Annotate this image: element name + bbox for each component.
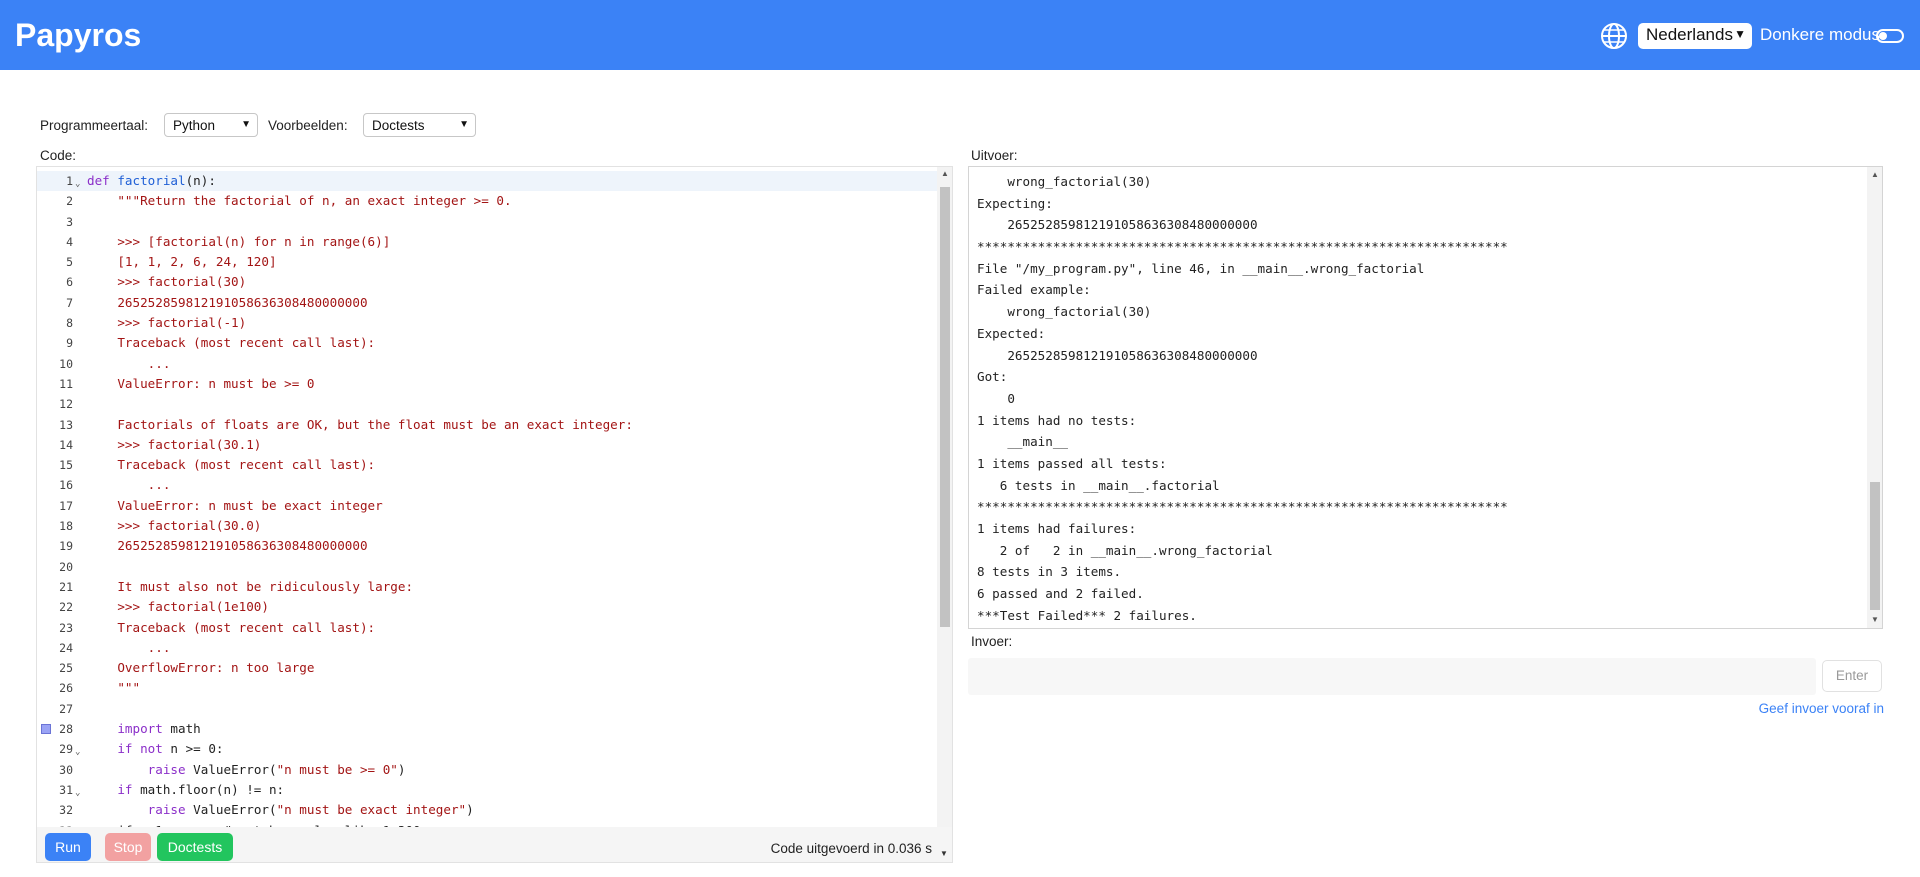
dark-mode-label: Donkere modus	[1760, 25, 1881, 44]
output-line: 2 of 2 in __main__.wrong_factorial	[977, 542, 1273, 558]
toggle-knob	[1879, 32, 1887, 40]
code-line: 27	[59, 701, 73, 716]
programming-language-value: Python	[173, 118, 216, 133]
code-label: Code:	[40, 148, 77, 163]
globe-icon[interactable]	[1600, 22, 1628, 50]
code-line: 17 ValueError: n must be exact integer	[59, 497, 383, 513]
output-line: wrong_factorial(30)	[977, 304, 1152, 320]
output-line: Got:	[977, 369, 1008, 385]
output-line: 6 passed and 2 failed.	[977, 586, 1144, 602]
programming-language-select[interactable]: Python ▼	[164, 113, 258, 137]
editor-scrollbar[interactable]: ▲	[937, 167, 952, 827]
code-line: 32 raise ValueError("n must be exact int…	[59, 802, 474, 818]
navbar: Papyros Nederlands ▼ Donkere modus	[0, 0, 1920, 70]
output-line: Failed example:	[977, 282, 1091, 298]
code-editor[interactable]: 1 ⌄ def factorial(n): 2 """Return the fact…	[36, 166, 953, 863]
code-line: 20	[59, 559, 73, 574]
output-line: 6 tests in __main__.factorial	[977, 477, 1220, 493]
code-lines: 1 ⌄ def factorial(n): 2 """Return the fact…	[37, 171, 937, 841]
run-status: Code uitgevoerd in 0.036 s	[770, 841, 932, 856]
output-line: 8 tests in 3 items.	[977, 564, 1122, 580]
chevron-down-icon: ▼	[459, 119, 469, 130]
scroll-up-icon[interactable]: ▲	[941, 169, 949, 178]
output-panel: wrong_factorial(30) Expecting: 2652528598…	[968, 166, 1883, 629]
code-line: 13 Factorials of floats are OK, but the …	[59, 416, 633, 432]
code-line: 21 It must also not be ridiculously larg…	[59, 578, 414, 594]
language-select-value: Nederlands	[1646, 25, 1733, 44]
output-line: ****************************************…	[977, 499, 1508, 515]
code-line: 9 Traceback (most recent call last):	[66, 335, 376, 351]
chevron-down-icon: ▼	[1734, 27, 1746, 41]
run-button[interactable]: Run	[45, 833, 91, 861]
code-line: 6 >>> factorial(30)	[66, 274, 247, 290]
enter-button[interactable]: Enter	[1822, 660, 1882, 692]
output-line: ****************************************…	[977, 239, 1508, 255]
code-line: 25 OverflowError: n too large	[59, 660, 315, 676]
code-line: 16 ...	[59, 477, 171, 493]
output-line: ***Test Failed*** 2 failures.	[977, 607, 1197, 623]
input-label: Invoer:	[971, 634, 1013, 649]
output-line: 1 items had failures:	[977, 521, 1137, 536]
code-line: 18 >>> factorial(30.0)	[59, 518, 262, 534]
output-line: 265252859812191058636308480000000	[977, 217, 1258, 233]
output-line: 1 items passed all tests:	[977, 455, 1167, 471]
doctests-button[interactable]: Doctests	[157, 833, 233, 861]
language-label: Programmeertaal:	[40, 118, 149, 133]
code-line: 30 raise ValueError("n must be >= 0")	[59, 761, 406, 777]
output-line: 0	[977, 390, 1015, 406]
editor-toolbar: Run Stop Doctests Code uitgevoerd in 0.0…	[37, 827, 952, 862]
chevron-down-icon: ▼	[241, 119, 251, 130]
output-scrollbar[interactable]: ▲ ▼	[1867, 167, 1882, 628]
app-title: Papyros	[15, 17, 142, 53]
code-line: 5 [1, 1, 2, 6, 24, 120]	[66, 254, 277, 270]
stop-button[interactable]: Stop	[105, 833, 151, 861]
code-line: 7 265252859812191058636308480000000	[66, 294, 368, 310]
code-line: 24 ...	[59, 639, 171, 655]
code-line: 12	[59, 397, 73, 412]
output-line: Expected:	[977, 325, 1046, 341]
language-select[interactable]: Nederlands ▼	[1638, 23, 1752, 49]
output-line: Expecting:	[977, 195, 1053, 211]
output-line: wrong_factorial(30)	[977, 174, 1152, 189]
code-line: 26 """	[59, 680, 141, 696]
output-lines: wrong_factorial(30) Expecting: 2652528598…	[977, 171, 1508, 626]
code-line: 3	[66, 214, 73, 229]
output-line: __main__	[977, 434, 1068, 450]
code-line: 19 265252859812191058636308480000000	[59, 538, 368, 554]
code-line: 1 ⌄ def factorial(n):	[37, 171, 937, 191]
output-line: 1 items had no tests:	[977, 412, 1137, 428]
scroll-down-icon[interactable]: ▼	[940, 849, 948, 858]
code-line: 22 >>> factorial(1e100)	[59, 599, 269, 615]
code-line: 23 Traceback (most recent call last):	[59, 619, 376, 635]
code-line: 14 >>> factorial(30.1)	[59, 436, 262, 452]
code-line: 31 ⌄ if math.floor(n) != n:	[37, 780, 937, 800]
output-label: Uitvoer:	[971, 148, 1018, 163]
dark-mode-toggle[interactable]	[1876, 29, 1904, 43]
examples-select[interactable]: Doctests ▼	[363, 113, 476, 137]
code-line: 28 import math	[37, 719, 937, 739]
output-line: 265252859812191058636308480000000	[977, 347, 1258, 363]
code-line: 8 >>> factorial(-1)	[66, 315, 247, 331]
code-line: 4 >>> [factorial(n) for n in range(6)]	[66, 233, 391, 249]
code-line: 29 ⌄ if not n >= 0:	[37, 739, 937, 759]
code-line: 10 ...	[59, 355, 171, 371]
code-line: 11 ValueError: n must be >= 0	[59, 375, 315, 391]
examples-label: Voorbeelden:	[268, 118, 348, 133]
scroll-up-icon[interactable]: ▲	[1871, 170, 1879, 179]
scrollbar-thumb[interactable]	[940, 187, 950, 627]
input-field[interactable]	[968, 658, 1816, 695]
scrollbar-thumb[interactable]	[1870, 482, 1880, 610]
code-line: 2 """Return the factorial of n, an exact…	[66, 193, 512, 209]
examples-value: Doctests	[372, 118, 425, 133]
output-line: File "/my_program.py", line 46, in __mai…	[977, 260, 1425, 276]
scroll-down-icon[interactable]: ▼	[1871, 615, 1879, 624]
code-line: 15 Traceback (most recent call last):	[59, 457, 376, 473]
prefill-input-link[interactable]: Geef invoer vooraf in	[1759, 701, 1884, 716]
